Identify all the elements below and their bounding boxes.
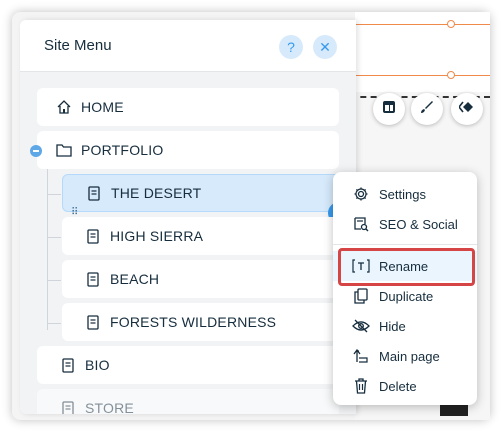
page-item-beach[interactable]: BEACH xyxy=(62,260,339,298)
page-label: STORE xyxy=(85,400,134,414)
page-label: THE DESERT xyxy=(111,185,202,201)
page-icon xyxy=(59,399,77,414)
layout-tool-button[interactable] xyxy=(373,93,405,125)
folder-icon xyxy=(55,141,73,159)
page-icon xyxy=(85,184,103,202)
page-item-forests-wilderness[interactable]: FORESTS WILDERNESS xyxy=(62,303,339,341)
page-icon xyxy=(84,227,102,245)
menu-item-main-page[interactable]: Main page xyxy=(333,341,477,371)
design-tool-button[interactable] xyxy=(411,93,443,125)
animation-tool-button[interactable] xyxy=(451,93,483,125)
seo-icon xyxy=(352,215,370,233)
page-label: BEACH xyxy=(110,271,160,287)
rename-highlight-annotation xyxy=(338,248,475,286)
main-page-icon xyxy=(352,347,370,365)
page-label: HOME xyxy=(81,99,124,115)
page-label: PORTFOLIO xyxy=(81,142,164,158)
help-button[interactable]: ? xyxy=(279,35,303,59)
page-item-high-sierra[interactable]: HIGH SIERRA xyxy=(62,217,339,255)
screenshot-canvas: Site Menu ? ✕ HOME PORTFOLIO THE DESERT … xyxy=(0,0,503,432)
page-context-menu: Settings SEO & Social Rename Duplicate H… xyxy=(333,172,477,405)
guide-handle-bottom[interactable] xyxy=(447,71,455,79)
brush-icon xyxy=(420,100,434,119)
trash-icon xyxy=(352,377,370,395)
page-label: FORESTS WILDERNESS xyxy=(110,314,277,330)
menu-item-settings[interactable]: Settings xyxy=(333,179,477,209)
page-icon xyxy=(84,313,102,331)
close-button[interactable]: ✕ xyxy=(313,35,337,59)
home-icon xyxy=(55,98,73,116)
hide-icon xyxy=(352,317,370,335)
menu-item-hide[interactable]: Hide xyxy=(333,311,477,341)
page-icon xyxy=(59,356,77,374)
tree-connector xyxy=(47,194,61,195)
menu-item-delete[interactable]: Delete xyxy=(333,371,477,401)
guide-handle-top[interactable] xyxy=(447,20,455,28)
menu-item-seo-social[interactable]: SEO & Social xyxy=(333,209,477,239)
site-menu-title: Site Menu xyxy=(44,37,112,54)
menu-item-label: Delete xyxy=(379,378,417,394)
menu-item-label: Settings xyxy=(379,186,426,202)
page-item-home[interactable]: HOME xyxy=(37,88,339,126)
animation-icon xyxy=(457,100,475,118)
gear-icon xyxy=(352,185,370,203)
menu-divider xyxy=(333,244,477,245)
menu-item-label: Main page xyxy=(379,348,440,364)
page-item-the-desert[interactable]: THE DESERT xyxy=(62,174,356,212)
page-item-portfolio[interactable]: PORTFOLIO xyxy=(37,131,339,169)
guide-line-top xyxy=(355,24,490,25)
page-item-store[interactable]: STORE xyxy=(37,389,339,414)
guide-line-bottom xyxy=(355,75,490,76)
collapse-toggle[interactable] xyxy=(30,145,42,157)
menu-item-label: Hide xyxy=(379,318,406,334)
tree-connector xyxy=(47,160,48,330)
page-label: BIO xyxy=(85,357,110,373)
drag-handle-icon[interactable]: ⠿ xyxy=(71,208,78,218)
page-icon xyxy=(84,270,102,288)
menu-item-label: Duplicate xyxy=(379,288,434,304)
duplicate-icon xyxy=(352,287,370,305)
page-label: HIGH SIERRA xyxy=(110,228,204,244)
menu-item-label: SEO & Social xyxy=(379,216,458,232)
site-menu-header: Site Menu ? ✕ xyxy=(20,20,356,72)
tree-connector xyxy=(47,237,61,238)
page-item-bio[interactable]: BIO xyxy=(37,346,339,384)
site-menu-panel: Site Menu ? ✕ HOME PORTFOLIO THE DESERT … xyxy=(20,20,356,414)
tree-connector xyxy=(47,280,61,281)
tree-connector xyxy=(47,323,61,324)
layout-icon xyxy=(382,100,396,119)
